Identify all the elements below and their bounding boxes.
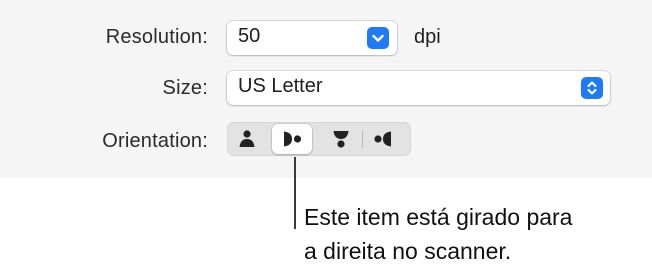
- orientation-option-portrait[interactable]: [229, 124, 265, 154]
- scan-settings-panel: Resolution: 50 dpi Size: US Letter Orien…: [0, 0, 652, 178]
- callout-line-2: a direita no scanner.: [304, 238, 512, 264]
- callout-line-1: Este item está girado para: [304, 204, 573, 230]
- orientation-label: Orientation:: [102, 130, 208, 152]
- callout-pointer-line: [294, 157, 296, 229]
- up-down-chevron-icon[interactable]: [581, 77, 603, 99]
- rotated-left-icon: [374, 131, 391, 147]
- size-label: Size:: [162, 77, 208, 99]
- segment-divider: [362, 131, 363, 148]
- resolution-value: 50: [238, 25, 261, 47]
- callout-text: Este item está girado para a direita no …: [304, 200, 649, 268]
- resolution-label: Resolution:: [105, 26, 208, 48]
- size-popup[interactable]: US Letter: [227, 71, 610, 105]
- orientation-option-upside-down[interactable]: [323, 124, 359, 154]
- chevron-down-icon[interactable]: [367, 27, 389, 49]
- size-value: US Letter: [238, 75, 323, 97]
- portrait-upright-icon: [239, 130, 255, 147]
- orientation-option-rotated-right[interactable]: [272, 124, 312, 154]
- rotated-right-icon: [284, 131, 302, 147]
- resolution-unit: dpi: [414, 26, 441, 48]
- upside-down-icon: [333, 131, 349, 148]
- orientation-option-rotated-left[interactable]: [367, 124, 403, 154]
- resolution-combobox[interactable]: 50: [227, 21, 397, 55]
- orientation-segmented-control: [227, 122, 411, 156]
